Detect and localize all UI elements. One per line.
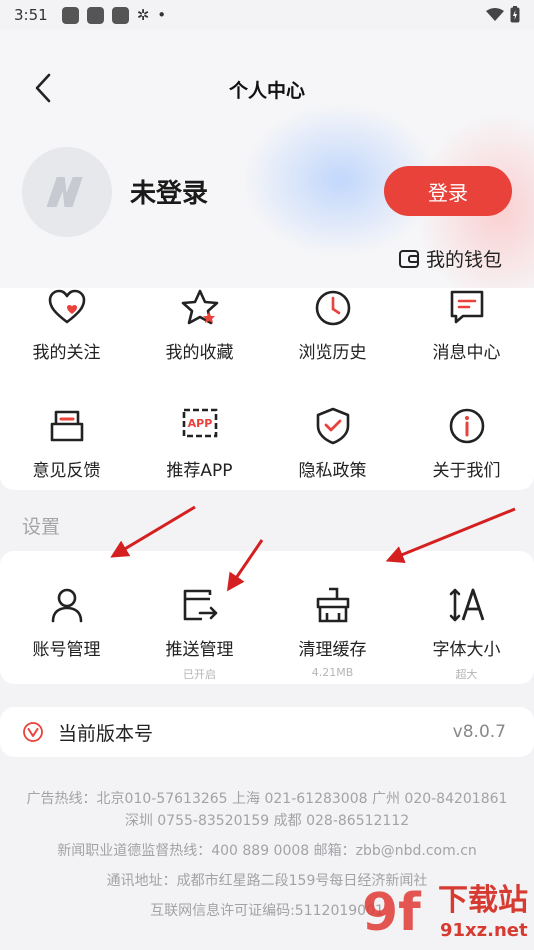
grid-item-label: 推荐APP — [166, 461, 233, 481]
setting-font-size[interactable]: 字体大小 超大 — [400, 585, 533, 682]
watermark: 9f 下载站 91xz.net — [360, 874, 530, 944]
footer-hotline: 深圳 0755-83520159 成都 028-86512112 — [124, 813, 410, 829]
app-logo-icon — [46, 177, 83, 207]
notification-icon — [111, 6, 129, 24]
broom-icon — [316, 587, 349, 623]
user-icon — [51, 588, 82, 623]
grid-item-favorites[interactable]: 我的收藏 — [133, 288, 266, 363]
avatar[interactable] — [22, 147, 112, 237]
setting-label: 字体大小 — [432, 640, 501, 660]
message-icon — [450, 290, 483, 324]
app-icon: APP — [182, 408, 217, 438]
grid-item-label: 意见反馈 — [32, 461, 101, 481]
login-button[interactable]: 登录 — [384, 166, 512, 216]
version-value: v8.0.7 — [452, 722, 506, 742]
version-check-icon — [23, 722, 43, 742]
grid-item-label: 消息中心 — [432, 343, 501, 363]
wallet-label: 我的钱包 — [426, 249, 503, 271]
setting-label: 账号管理 — [32, 640, 101, 660]
setting-clear-cache[interactable]: 清理缓存 4.21MB — [266, 585, 399, 679]
grid-item-label: 浏览历史 — [298, 343, 367, 363]
font-size-icon — [449, 588, 484, 622]
info-icon — [449, 408, 484, 444]
setting-label: 推送管理 — [165, 640, 234, 660]
clock-icon — [315, 290, 350, 326]
setting-sub: 已开启 — [183, 668, 216, 681]
shield-icon — [316, 407, 349, 445]
footer-ethics-hotline: 新闻职业道德监督热线：400 889 0008 邮箱：zbb@nbd.com.c… — [57, 843, 477, 859]
grid-item-privacy[interactable]: 隐私政策 — [266, 406, 399, 481]
wifi-icon — [486, 7, 504, 21]
star-icon — [181, 289, 218, 325]
feedback-icon — [50, 410, 83, 442]
watermark-logo-text: 9f — [362, 883, 422, 943]
wallet-link[interactable]: 我的钱包 — [398, 245, 502, 272]
watermark-url-text: 91xz.net — [440, 920, 528, 941]
setting-push[interactable]: 推送管理 已开启 — [133, 585, 266, 682]
page-title: 个人中心 — [228, 80, 305, 102]
grid-item-recommend-app[interactable]: APP 推荐APP — [133, 406, 266, 481]
push-icon — [183, 589, 217, 621]
battery-icon — [510, 6, 520, 23]
watermark-main-text: 下载站 — [438, 883, 528, 918]
username[interactable]: 未登录 — [130, 173, 208, 210]
heart-icon — [48, 289, 85, 324]
wallet-icon — [399, 249, 419, 268]
setting-sub: 超大 — [455, 668, 478, 681]
settings-section-label: 设置 — [22, 516, 61, 538]
grid-item-label: 隐私政策 — [298, 461, 367, 481]
svg-text:APP: APP — [187, 417, 212, 430]
status-bar: 3:51 ✲ • — [0, 0, 534, 30]
grid-item-label: 我的收藏 — [165, 343, 234, 363]
quick-functions-card: 我的关注 我的收藏 浏览历史 消息中心 意见反馈 APP 推荐APP 隐私政策 … — [0, 288, 534, 490]
grid-item-about[interactable]: 关于我们 — [400, 406, 533, 481]
settings-card: 账号管理 推送管理 已开启 清理缓存 4.21MB 字体大小 超大 — [0, 551, 534, 684]
grid-item-feedback[interactable]: 意见反馈 — [0, 406, 133, 481]
setting-account[interactable]: 账号管理 — [0, 585, 133, 666]
notification-icon — [86, 6, 104, 24]
setting-sub: 4.21MB — [311, 666, 354, 679]
version-label: 当前版本号 — [58, 722, 154, 745]
grid-item-label: 关于我们 — [432, 461, 501, 481]
version-row[interactable]: 当前版本号 v8.0.7 — [0, 707, 534, 757]
footer-hotline: 广告热线：北京010-57613265 上海 021-61283008 广州 0… — [26, 791, 508, 807]
aperture-icon: ✲ — [136, 6, 150, 24]
setting-label: 清理缓存 — [298, 640, 367, 660]
annotation-arrow — [110, 505, 196, 558]
grid-item-following[interactable]: 我的关注 — [0, 288, 133, 363]
grid-item-messages[interactable]: 消息中心 — [400, 288, 533, 363]
watermark-logo: 9f 下载站 91xz.net — [362, 883, 528, 943]
notification-icon — [61, 6, 79, 24]
status-dot: • — [157, 6, 167, 24]
status-time: 3:51 — [14, 6, 48, 24]
grid-item-label: 我的关注 — [32, 343, 101, 363]
grid-item-history[interactable]: 浏览历史 — [266, 288, 399, 363]
